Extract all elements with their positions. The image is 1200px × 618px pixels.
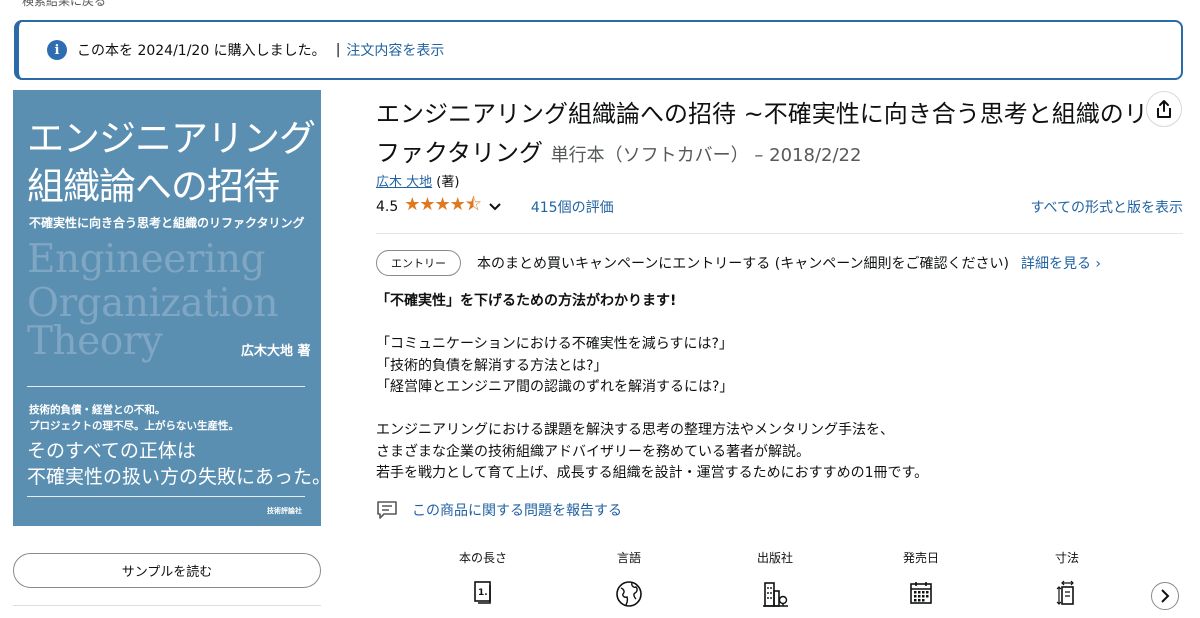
rating-line: 4.5 ★★★★⯪ 415個の評価 すべての形式と版を表示 [376,194,1183,217]
chevron-right-icon [1161,589,1170,603]
description-paragraph-1: エンジニアリングにおける課題を解決する思考の整理方法やメンタリング手法を、 [376,422,894,438]
dimensions-icon [1056,580,1074,605]
product-description: 「不確実性」を下げるための方法がわかります! 「コミュニケーションにおける不確実… [376,291,1176,485]
share-icon [1157,100,1171,118]
back-to-results-link[interactable]: 検索結果に戻る [22,0,106,9]
cover-english-line3: Theory [27,319,163,364]
campaign-text: 本のまとめ買いキャンペーンにエントリーする (キャンペーン細則をご確認ください) [477,256,1009,272]
attribute-release-date[interactable]: 発売日 [848,549,994,608]
chevron-down-icon[interactable] [489,200,501,214]
attribute-book-length[interactable]: 本の長さ 1. [410,549,556,608]
purchase-message: この本を 2024/1/20 に購入しました。 [77,43,326,59]
cover-publisher: 技術評論社 [267,507,302,515]
view-order-link[interactable]: 注文内容を表示 [346,40,444,60]
share-button[interactable] [1146,91,1182,127]
report-issue-link[interactable]: この商品に関する問題を報告する [376,500,622,520]
cover-big-line2: 不確実性の扱い方の失敗にあった。 [27,466,321,488]
description-question-3: 「経営陣とエンジニア間の認識のずれを解消するには?」 [376,379,734,395]
purchase-notice: i この本を 2024/1/20 に購入しました。 | 注文内容を表示 [14,20,1183,80]
section-divider [376,233,1183,234]
cover-title-line1: エンジニアリング [27,117,316,160]
attribute-label: 寸法 [1054,551,1079,565]
attribute-label: 本の長さ [458,551,507,565]
globe-icon [616,581,642,607]
attribute-publisher[interactable]: 出版社 [702,549,848,608]
rating-value: 4.5 [376,199,399,215]
book-length-icon: 1. [474,581,491,604]
read-sample-button[interactable]: サンプルを読む [13,553,321,588]
all-formats-link[interactable]: すべての形式と版を表示 [1031,197,1183,217]
left-divider [13,605,321,606]
report-issue-text: この商品に関する問題を報告する [412,503,622,519]
cover-tagline1: 技術的負債・経営との不和。 [29,404,166,416]
book-cover-image[interactable]: エンジニアリング 組織論への招待 不確実性に向き合う思考と組織のリファクタリング… [13,90,321,526]
product-title: エンジニアリング組織論への招待 ~不確実性に向き合う思考と組織のリファクタリング… [376,95,1151,175]
attribute-label: 言語 [616,551,641,565]
attribute-label: 出版社 [756,551,793,565]
building-icon [763,582,788,607]
attributes-next-button[interactable] [1151,582,1179,610]
cover-tagline2: プロジェクトの理不尽。上がらない生産性。 [29,420,239,432]
calendar-icon [910,582,932,604]
author-role: (著) [436,175,460,190]
description-paragraph-2: さまざまな企業の技術組織アドバイザリーを務めている著者が解説。 [376,443,810,460]
star-rating-icon[interactable]: ★★★★⯪ [404,192,482,222]
cover-divider [27,386,305,387]
campaign-entry-button[interactable]: エントリー [376,250,461,276]
description-paragraph-3: 若手を戦力として育て上げ、成長する組織を設計・運営するためにおすすめの1冊です。 [376,465,929,481]
author-line: 広木 大地 (著) [376,171,459,190]
campaign-row: エントリー 本のまとめ買いキャンペーンにエントリーする (キャンペーン細則をご確… [376,250,1101,276]
description-headline: 「不確実性」を下げるための方法がわかります! [376,293,677,309]
feedback-icon [377,501,397,519]
author-link[interactable]: 広木 大地 [376,175,432,190]
product-binding: 単行本（ソフトカバー） – 2018/2/22 [550,145,862,166]
attribute-language[interactable]: 言語 [556,549,702,608]
cover-divider-bottom [27,496,305,497]
campaign-details-link[interactable]: 詳細を見る › [1021,253,1101,273]
description-question-2: 「技術的負債を解消する方法とは?」 [376,357,608,374]
cover-subtitle: 不確実性に向き合う思考と組織のリファクタリング [29,216,305,230]
cover-author: 広木大地 著 [241,344,311,359]
info-icon: i [47,40,67,60]
cover-title-line2: 組織論への招待 [27,165,280,208]
attribute-dimensions[interactable]: 寸法 [994,549,1140,608]
cover-english-line2: Organization [27,281,278,326]
svg-text:1.: 1. [478,588,488,598]
rating-count-link[interactable]: 415個の評価 [531,197,614,217]
cover-big-line1: そのすべての正体は [27,440,196,462]
description-question-1: 「コミュニケーションにおける不確実性を減らすには?」 [376,336,733,352]
cover-english-line1: Engineering [27,237,266,282]
attribute-label: 発売日 [902,551,939,565]
notice-separator: | [335,42,341,58]
product-attributes: 本の長さ 1. 言語 出版社 発売日 寸法 [410,549,1150,608]
